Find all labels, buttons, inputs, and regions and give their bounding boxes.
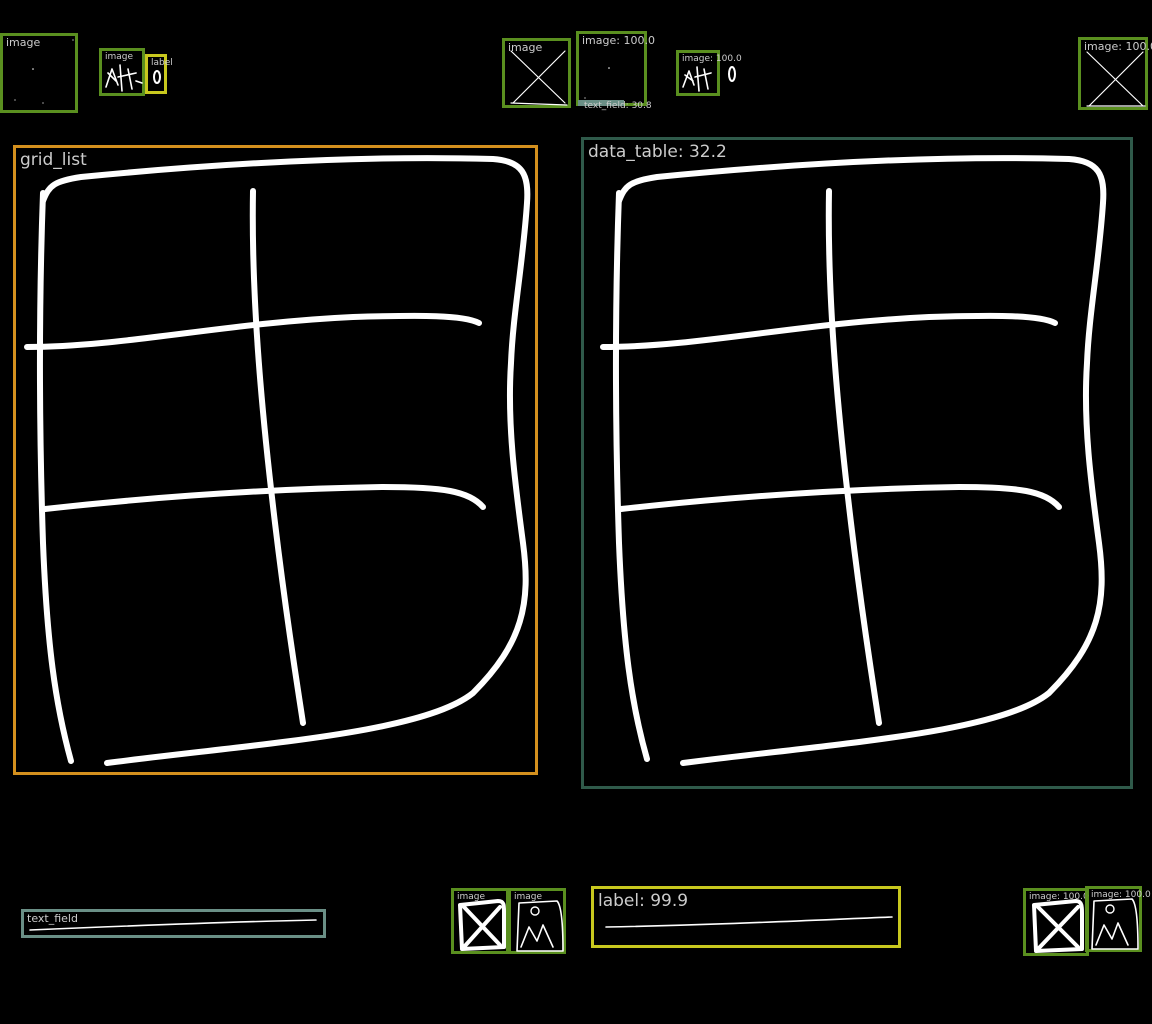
sketch-table-grid-icon [24, 155, 531, 766]
underline-stroke [29, 919, 317, 931]
landscape-image-icon [1091, 898, 1139, 950]
crossed-box-icon [458, 899, 506, 951]
bottom-text-field[interactable]: text_field [21, 909, 326, 938]
crossed-box-icon [1032, 899, 1084, 953]
crossed-box-icon [1086, 51, 1146, 107]
zero-glyph-icon [153, 70, 161, 84]
top-image-2[interactable]: image [99, 48, 145, 96]
underline-stroke [605, 916, 893, 928]
bottom-image-1[interactable]: image [451, 888, 509, 954]
data-table[interactable]: data_table: 32.2 [581, 137, 1133, 789]
sketch-table-grid-icon [600, 155, 1107, 766]
top-text-field-label: text_field: 30.8 [584, 101, 652, 111]
crossed-box-icon [510, 50, 568, 106]
bottom-image-4[interactable]: image: 100.0 [1085, 886, 1151, 952]
bottom-label: label: 99.9 [591, 886, 901, 948]
sketch-grid-icon [105, 64, 143, 92]
grid-list[interactable]: grid_list [13, 145, 538, 775]
top-label-1: label [145, 54, 173, 94]
image-placeholder-icon [14, 39, 74, 104]
top-text-field[interactable]: text_field: 30.8 [578, 100, 652, 111]
bottom-image-3[interactable]: image: 100.0 [1023, 888, 1089, 956]
top-image-1[interactable]: image [0, 33, 78, 113]
top-image-6[interactable]: image: 100.0 [1078, 37, 1152, 110]
top-image-3[interactable]: image [502, 38, 571, 108]
zero-glyph-icon [728, 66, 736, 82]
image-placeholder-icon [584, 67, 610, 99]
landscape-image-icon [516, 900, 564, 952]
sketch-grid-icon [682, 66, 712, 92]
top-image-5[interactable]: image: 100.0 [676, 50, 742, 96]
top-image-4[interactable]: image: 100.0 [576, 31, 655, 106]
bottom-image-2[interactable]: image [508, 888, 566, 954]
